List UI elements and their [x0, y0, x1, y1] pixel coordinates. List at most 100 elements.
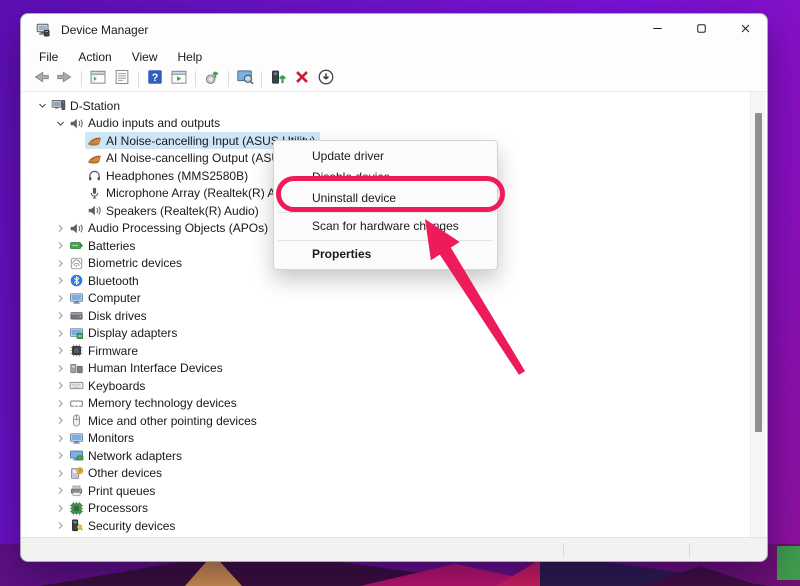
tree-item-label: Print queues	[88, 484, 155, 498]
tree-item-label: Biometric devices	[88, 256, 182, 270]
tree-item-label: Human Interface Devices	[88, 361, 223, 375]
printer-icon	[69, 483, 84, 498]
chevron-collapsed-icon[interactable]	[53, 502, 67, 515]
menu-file[interactable]: File	[29, 48, 68, 66]
tree-item-label: Audio Processing Objects (APOs)	[88, 221, 268, 235]
tree-item-body: Headphones (MMS2580B)	[85, 167, 253, 184]
chevron-collapsed-icon[interactable]	[53, 449, 67, 462]
uninstall-device-button[interactable]	[290, 68, 314, 90]
back-button[interactable]	[29, 68, 53, 90]
chevron-collapsed-icon[interactable]	[53, 362, 67, 375]
show-console-tree-button[interactable]	[86, 68, 110, 90]
tree-item-print-queues[interactable]: Print queues	[22, 482, 766, 500]
tree-item-audio-inputs-and-outputs[interactable]: Audio inputs and outputs	[22, 115, 766, 133]
menu-item-properties[interactable]: Properties	[274, 244, 497, 265]
chevron-collapsed-icon[interactable]	[53, 414, 67, 427]
microphone-icon	[87, 186, 102, 201]
menu-help[interactable]: Help	[168, 48, 213, 66]
show-action-pane-button[interactable]	[167, 68, 191, 90]
chevron-expanded-icon[interactable]	[35, 99, 49, 112]
menu-item-disable-device[interactable]: Disable device	[274, 167, 497, 188]
keyboard-icon	[69, 378, 84, 393]
tree-item-body: Computer	[67, 290, 146, 307]
tree-item-memory-technology-devices[interactable]: Memory technology devices	[22, 395, 766, 413]
scan-hardware-changes-icon	[203, 68, 221, 91]
update-driver-icon	[269, 68, 287, 91]
maximize-icon	[694, 21, 709, 41]
tree-item-network-adapters[interactable]: Network adapters	[22, 447, 766, 465]
tree-item-label: Memory technology devices	[88, 396, 237, 410]
chevron-collapsed-icon[interactable]	[53, 379, 67, 392]
menu-item-update-driver[interactable]: Update driver	[274, 146, 497, 167]
chevron-collapsed-icon[interactable]	[53, 397, 67, 410]
tree-item-computer[interactable]: Computer	[22, 290, 766, 308]
processor-icon	[69, 501, 84, 516]
menu-action[interactable]: Action	[68, 48, 121, 66]
chevron-collapsed-icon[interactable]	[53, 309, 67, 322]
tree-item-body: Keyboards	[67, 377, 150, 394]
memory-icon	[69, 396, 84, 411]
scrollbar-thumb[interactable]	[755, 113, 762, 432]
chevron-collapsed-icon[interactable]	[53, 344, 67, 357]
tree-item-mice-and-other-pointing-devices[interactable]: Mice and other pointing devices	[22, 412, 766, 430]
tree-item-other-devices[interactable]: ?Other devices	[22, 465, 766, 483]
forward-icon	[56, 68, 74, 91]
window-title: Device Manager	[61, 23, 148, 37]
chevron-collapsed-icon[interactable]	[53, 292, 67, 305]
tree-item-label: Network adapters	[88, 449, 182, 463]
tree-item-keyboards[interactable]: Keyboards	[22, 377, 766, 395]
forward-button[interactable]	[53, 68, 77, 90]
properties-list-button[interactable]	[110, 68, 134, 90]
chevron-collapsed-icon[interactable]	[53, 257, 67, 270]
update-driver-button[interactable]	[266, 68, 290, 90]
tree-item-body: Bluetooth	[67, 272, 144, 289]
tree-item-label: Batteries	[88, 239, 135, 253]
tree-item-human-interface-devices[interactable]: Human Interface Devices	[22, 360, 766, 378]
chevron-collapsed-icon[interactable]	[53, 519, 67, 532]
chevron-collapsed-icon[interactable]	[53, 239, 67, 252]
maximize-button[interactable]	[679, 14, 723, 47]
chevron-collapsed-icon[interactable]	[53, 432, 67, 445]
tree-item-label: Bluetooth	[88, 274, 139, 288]
device-search-button[interactable]	[233, 68, 257, 90]
tree-item-firmware[interactable]: Firmware	[22, 342, 766, 360]
uninstall-device-icon	[293, 68, 311, 91]
tree-item-bluetooth[interactable]: Bluetooth	[22, 272, 766, 290]
minimize-button[interactable]	[635, 14, 679, 47]
security-key-icon	[69, 518, 84, 533]
tree-item-d-station[interactable]: D-Station	[22, 97, 766, 115]
chevron-collapsed-icon[interactable]	[53, 222, 67, 235]
chevron-collapsed-icon[interactable]	[53, 274, 67, 287]
scan-hardware-changes-button[interactable]	[200, 68, 224, 90]
tree-item-label: Speakers (Realtek(R) Audio)	[106, 204, 259, 218]
close-button[interactable]	[723, 14, 767, 47]
help-icon: ?	[146, 68, 164, 91]
computer-icon	[69, 291, 84, 306]
tree-item-body: Biometric devices	[67, 255, 187, 272]
tree-item-display-adapters[interactable]: Display adapters	[22, 325, 766, 343]
vertical-scrollbar[interactable]	[750, 92, 765, 539]
speaker-icon	[69, 221, 84, 236]
unknown-device-icon: ?	[69, 466, 84, 481]
toolbar-separator	[261, 71, 262, 87]
device-manager-app-icon	[35, 22, 51, 38]
tree-item-body: Firmware	[67, 342, 143, 359]
chevron-collapsed-icon[interactable]	[53, 327, 67, 340]
tree-item-disk-drives[interactable]: Disk drives	[22, 307, 766, 325]
tree-item-body: Audio inputs and outputs	[67, 115, 225, 132]
help-button[interactable]: ?	[143, 68, 167, 90]
headphones-icon	[87, 168, 102, 183]
chevron-collapsed-icon[interactable]	[53, 467, 67, 480]
chevron-expanded-icon[interactable]	[53, 117, 67, 130]
toolbar-separator	[228, 71, 229, 87]
menu-view[interactable]: View	[122, 48, 168, 66]
menu-item-uninstall-device[interactable]: Uninstall device	[274, 188, 497, 209]
tree-item-body: Display adapters	[67, 325, 182, 342]
minimize-icon	[650, 21, 665, 41]
tree-item-monitors[interactable]: Monitors	[22, 430, 766, 448]
tree-item-processors[interactable]: Processors	[22, 500, 766, 518]
menu-item-scan-for-hardware-changes[interactable]: Scan for hardware changes	[274, 216, 497, 237]
tree-item-security-devices[interactable]: Security devices	[22, 517, 766, 535]
chevron-collapsed-icon[interactable]	[53, 484, 67, 497]
disable-device-button[interactable]	[314, 68, 338, 90]
